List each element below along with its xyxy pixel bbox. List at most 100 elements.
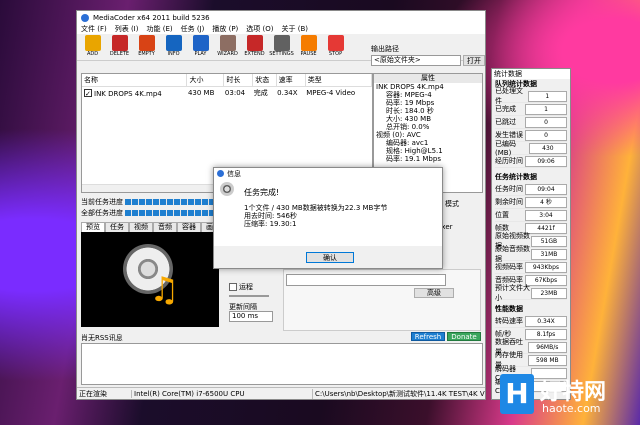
stats-key: 任务时间 — [495, 185, 523, 193]
slider-track[interactable] — [229, 295, 269, 297]
status-text: 正在渲染 — [79, 389, 107, 398]
output-path-label: 输出路径 — [371, 45, 399, 53]
menu-item-3[interactable]: 任务 (J) — [181, 24, 205, 34]
file-status: 完成 — [253, 89, 268, 97]
toolbar-button-info[interactable]: INFO — [160, 35, 187, 59]
status-cpu: Intel(R) Core(TM) i7-6500U CPU — [131, 389, 312, 398]
advanced-button[interactable]: 高级 — [414, 288, 454, 298]
column-header-4[interactable]: 速率 — [276, 74, 306, 87]
ok-button[interactable]: 确认 — [306, 252, 354, 263]
toolbar-label: WIZARD — [217, 51, 238, 57]
property-line: 码率: 19.1 Mbps — [386, 155, 441, 163]
toolbar-button-pause[interactable]: PAUSE — [295, 35, 322, 59]
column-header-5[interactable]: 类型 — [305, 74, 373, 87]
rss-label: 肖无RSS讯息 — [81, 334, 123, 342]
menu-bar: 文件 (F) 列表 (I) 功能 (E) 任务 (J) 播放 (P) 选项 (O) 关于 (… — [77, 24, 485, 34]
stats-row: 剩余时间 4 秒 — [495, 196, 567, 209]
property-line: INK DROPS 4K.mp4 — [376, 83, 444, 91]
stats-key: 已处理文件 — [495, 87, 523, 105]
column-header-2[interactable]: 时长 — [223, 74, 254, 87]
refresh-interval-select[interactable]: 100 ms — [229, 311, 273, 322]
column-header-1[interactable]: 大小 — [186, 74, 225, 87]
stats-section-title: 性能数据 — [495, 305, 523, 313]
output-path-select[interactable]: <原始文件夹> — [371, 55, 461, 66]
output-path-area: 输出路径 <原始文件夹> 打开 — [371, 44, 485, 66]
stats-value: 96MB/s — [527, 341, 567, 353]
column-header-3[interactable]: 状态 — [252, 74, 277, 87]
toolbar-button-wizard[interactable]: WIZARD — [214, 35, 241, 59]
stats-key: 转码速率 — [495, 317, 523, 325]
settings-icon — [273, 35, 290, 51]
refresh-button[interactable]: Refresh — [411, 332, 445, 341]
toolbar-label: DELETE — [109, 51, 130, 57]
toolbar-label: ADD — [86, 51, 99, 57]
stats-value: 0.34X — [525, 315, 567, 327]
tab-3[interactable]: 音频 — [153, 222, 177, 232]
tab-1[interactable]: 任务 — [105, 222, 129, 232]
stats-value: 4 秒 — [525, 196, 567, 208]
music-note-icon: ♫ — [149, 270, 180, 310]
stats-value: 0 — [525, 116, 567, 128]
table-row[interactable]: ✓ INK DROPS 4K.mp4 430 MB 03:04 完成 0.34X … — [82, 87, 372, 100]
app-icon — [81, 13, 89, 22]
checkbox-box[interactable] — [229, 283, 237, 291]
window-title: MediaCoder x64 2011 build 5236 — [93, 13, 210, 22]
stats-value: 31MB — [530, 248, 567, 260]
dialog-icon — [217, 170, 224, 177]
stats-title: 统计数据 — [492, 69, 570, 79]
file-name: INK DROPS 4K.mp4 — [94, 89, 162, 98]
tab-0[interactable]: 预览 — [81, 222, 105, 232]
menu-item-2[interactable]: 功能 (E) — [146, 24, 172, 34]
donate-button[interactable]: Donate — [447, 332, 481, 341]
stats-row: 视频码率 943Kbps — [495, 261, 567, 274]
stats-key: 已跳过 — [495, 118, 516, 126]
stats-row: 经历时间 09:06 — [495, 155, 567, 168]
toolbar-button-settings[interactable]: SETTINGS — [268, 35, 295, 59]
dialog-mascot-icon — [220, 182, 234, 196]
stats-value: 23MB — [530, 287, 567, 299]
stats-row: 已处理文件 1 — [495, 87, 567, 105]
checkbox-label: 运程 — [239, 283, 253, 291]
toolbar-label: PAUSE — [300, 51, 317, 57]
toolbar-button-stop[interactable]: STOP — [322, 35, 349, 59]
open-button[interactable]: 打开 — [463, 55, 485, 66]
menu-item-0[interactable]: 文件 (F) — [81, 24, 107, 34]
preview-checkbox[interactable]: 运程 — [229, 282, 253, 292]
stats-key: 剩余时间 — [495, 198, 523, 206]
menu-item-1[interactable]: 列表 (I) — [115, 24, 139, 34]
settings-field[interactable] — [286, 274, 446, 286]
stats-section-title: 任务统计数据 — [495, 173, 537, 181]
tab-4[interactable]: 容器 — [177, 222, 201, 232]
column-header-0[interactable]: 名称 — [82, 74, 188, 87]
tab-2[interactable]: 视频 — [129, 222, 153, 232]
preview-area: ♫ — [81, 232, 219, 327]
file-checkbox[interactable]: ✓ — [84, 88, 92, 98]
pause-icon — [300, 35, 317, 51]
stats-key: 位置 — [495, 211, 509, 219]
menu-item-6[interactable]: 关于 (B) — [282, 24, 309, 34]
menu-item-4[interactable]: 播放 (P) — [212, 24, 238, 34]
stats-key: 视频码率 — [495, 263, 523, 271]
toolbar-label: STOP — [328, 51, 343, 57]
toolbar-label: PLAY — [194, 51, 207, 57]
file-list-header: 名称 大小 时长 状态 速率 类型 — [82, 74, 373, 87]
menu-item-5[interactable]: 选项 (O) — [246, 24, 273, 34]
toolbar-button-play[interactable]: PLAY — [187, 35, 214, 59]
stats-row: 任务时间 09:04 — [495, 183, 567, 196]
toolbar-button-empty[interactable]: EMPTY — [133, 35, 160, 59]
toolbar-label: EXTEND — [244, 51, 265, 57]
stats-value: 598 MB — [527, 354, 567, 366]
stats-value: 1 — [525, 103, 567, 115]
stats-row: 已编码(MB) 430 — [495, 140, 567, 157]
dialog-titlebar: 信息 — [214, 168, 442, 179]
empty-icon — [138, 35, 155, 51]
stats-value: 1 — [527, 90, 567, 102]
property-line: 大小: 430 MB — [386, 115, 432, 123]
status-path: C:\Users\nb\Desktop\新测试软件\11.4K TEST\4K … — [312, 388, 485, 399]
wizard-icon — [219, 35, 236, 51]
stats-row: 已跳过 0 — [495, 116, 567, 129]
toolbar-button-add[interactable]: ADD — [79, 35, 106, 59]
toolbar-button-extend[interactable]: EXTEND — [241, 35, 268, 59]
property-line: 容器: MPEG-4 — [386, 91, 432, 99]
toolbar-button-delete[interactable]: DELETE — [106, 35, 133, 59]
